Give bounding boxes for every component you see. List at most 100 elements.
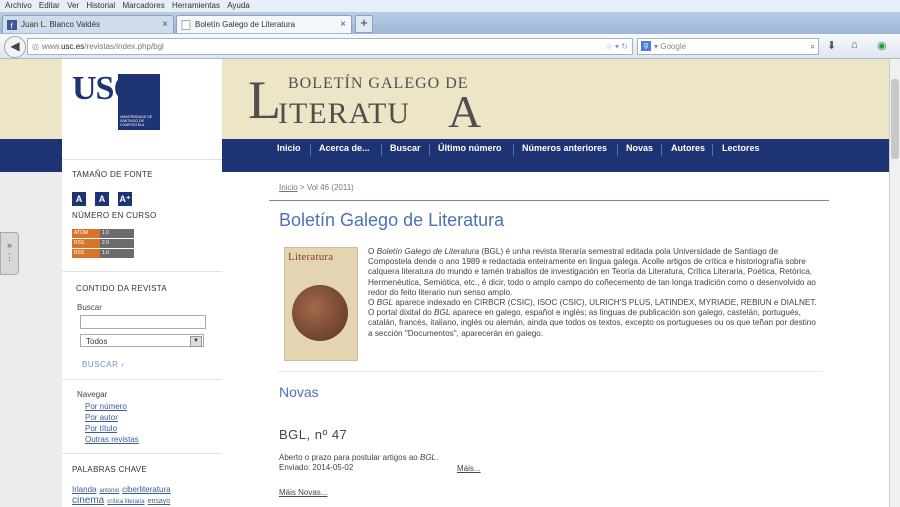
rss1-feed-badge[interactable]: RSS 1.0: [72, 249, 134, 258]
tab-bgl[interactable]: Boletín Galego de Literatura ×: [176, 15, 352, 33]
divider: [62, 159, 222, 160]
page-title: Boletín Galego de Literatura: [279, 210, 505, 230]
breadcrumb-home[interactable]: Inicio: [279, 183, 298, 192]
menu-historial[interactable]: Historial: [86, 1, 115, 10]
nav-separator: [513, 144, 514, 156]
usc-logo-subtitle: UNIVERSIDADE DE SANTIAGO DE COMPOSTELA: [120, 115, 153, 127]
journal-logo-l: L: [248, 70, 281, 130]
nav-autores[interactable]: Autores: [671, 143, 705, 153]
atom-feed-badge[interactable]: ATOM 1.0: [72, 229, 134, 238]
reload-icon[interactable]: ↻: [621, 42, 628, 51]
nav-acerca[interactable]: Acerca de...: [319, 143, 370, 153]
browser-tab-bar: f Juan L. Blanco Valdés × Boletín Galego…: [0, 12, 900, 34]
text: BGL: [419, 453, 436, 462]
feed-version: 1.0: [102, 230, 109, 236]
title-divider: [269, 200, 829, 201]
scrollbar-thumb[interactable]: [891, 79, 899, 159]
browse-by-issue-link[interactable]: Por número: [85, 402, 127, 411]
text: BGL: [376, 298, 394, 308]
sidebar-search-input[interactable]: [80, 315, 206, 329]
rss2-feed-badge[interactable]: RSS 2.0: [72, 239, 134, 248]
chevron-right-icon: ›: [121, 360, 125, 369]
nav-numeros-anteriores[interactable]: Números anteriores: [522, 143, 607, 153]
page-scrollbar[interactable]: [889, 59, 900, 507]
news-item-title: BGL, nº 47: [279, 427, 348, 442]
nav-novas[interactable]: Novas: [626, 143, 653, 153]
close-tab-icon[interactable]: ×: [340, 16, 346, 34]
dropdown-icon[interactable]: ▾: [615, 42, 619, 51]
tab-facebook[interactable]: f Juan L. Blanco Valdés ×: [2, 15, 174, 33]
font-small-button[interactable]: A: [72, 192, 86, 206]
breadcrumb-sep: >: [297, 183, 307, 192]
back-button[interactable]: ◀: [4, 36, 26, 58]
feed-version: 1.0: [102, 250, 109, 256]
journal-logo-top: BOLETÍN GALEGO DE: [288, 75, 469, 92]
keyword-link[interactable]: cinema: [72, 495, 104, 506]
page-icon: [181, 20, 191, 30]
side-panel-handle[interactable]: » ⋮: [0, 232, 19, 275]
nav-separator: [712, 144, 713, 156]
cover-title: Literatura: [288, 251, 334, 263]
grip-icon: ⋮: [5, 252, 14, 262]
browse-by-author-link[interactable]: Por autor: [85, 413, 118, 422]
news-heading: Novas: [279, 384, 319, 400]
menu-ayuda[interactable]: Ayuda: [227, 1, 250, 10]
nav-inicio[interactable]: Inicio: [277, 143, 301, 153]
menu-herramientas[interactable]: Herramientas: [172, 1, 220, 10]
menu-marcadores[interactable]: Marcadores: [122, 1, 164, 10]
browse-label: Navegar: [77, 390, 108, 399]
font-medium-button[interactable]: A: [95, 192, 109, 206]
feed-version: 2.0: [102, 240, 109, 246]
home-icon[interactable]: ⌂: [851, 39, 858, 51]
facebook-icon: f: [7, 20, 17, 30]
keyword-link[interactable]: Irlanda: [72, 485, 96, 494]
browse-by-title-link[interactable]: Por título: [85, 424, 117, 433]
search-engine-arrow-icon[interactable]: ▾: [654, 42, 658, 51]
news-item-date: Enviado: 2014-05-02: [279, 463, 354, 472]
search-scope-select[interactable]: Todos ▼: [80, 334, 204, 347]
keyword-link[interactable]: crítica literaria: [107, 499, 144, 505]
keyword-link[interactable]: ensayo: [148, 498, 171, 505]
search-box[interactable]: g ▾ Google ⌕: [637, 38, 819, 55]
cover-disc: [292, 285, 348, 341]
sidebar-search-button[interactable]: BUSCAR ›: [82, 360, 124, 369]
new-tab-button[interactable]: +: [355, 15, 373, 33]
menu-ver[interactable]: Ver: [67, 1, 79, 10]
menu-editar[interactable]: Editar: [39, 1, 60, 10]
address-bar[interactable]: ◎ www.usc.es/revistas/index.php/bgl ☆ ▾ ↻: [27, 38, 633, 55]
text: O: [368, 247, 377, 256]
usc-logo[interactable]: USC UNIVERSIDADE DE SANTIAGO DE COMPOSTE…: [72, 71, 162, 131]
more-news-link[interactable]: Máis Novas...: [279, 488, 327, 497]
nav-ultimo-numero[interactable]: Último número: [438, 143, 502, 153]
breadcrumb-current[interactable]: Vol 46 (2011): [307, 183, 354, 192]
text: O: [368, 298, 377, 308]
journal-logo-a: A: [448, 86, 482, 137]
journal-logo[interactable]: BOLETÍN GALEGO DE L ITERATU A: [248, 70, 508, 137]
menu-archivo[interactable]: Archivo: [5, 1, 32, 10]
search-icon[interactable]: ⌕: [811, 39, 815, 54]
description-paragraph: O BGL aparece indexado en CIRBCR (CSIC),…: [368, 298, 818, 308]
current-issue-title: NÚMERO EN CURSO: [72, 211, 157, 220]
divider: [62, 453, 222, 454]
chevron-down-icon[interactable]: ▼: [190, 336, 202, 347]
close-tab-icon[interactable]: ×: [162, 16, 168, 34]
font-large-button[interactable]: A⁺: [118, 192, 132, 206]
nav-buscar[interactable]: Buscar: [390, 143, 421, 153]
section-divider: [277, 371, 822, 372]
download-icon[interactable]: ⬇: [827, 39, 836, 52]
other-journals-link[interactable]: Outras revistas: [85, 435, 139, 444]
google-icon[interactable]: g: [641, 41, 651, 51]
text: aparece indexado en CIRBCR (CSIC), ISOC …: [393, 298, 817, 308]
description-paragraph: O Boletín Galego de Literatura (BGL) é u…: [368, 247, 818, 298]
addon-icon[interactable]: ◉: [877, 39, 887, 52]
nav-separator: [661, 144, 662, 156]
text: O portal dixital do: [368, 308, 434, 318]
text: Aberto o prazo para postular artigos ao: [279, 453, 420, 462]
nav-lectores[interactable]: Lectores: [722, 143, 760, 153]
bookmark-star-icon[interactable]: ☆: [606, 42, 613, 51]
keyword-link[interactable]: ciberliteratura: [122, 485, 170, 494]
text: BGL: [434, 308, 451, 318]
text: Boletín Galego de Literatura: [376, 247, 480, 256]
news-more-link[interactable]: Máis...: [457, 464, 481, 473]
keyword-link[interactable]: antonio: [99, 488, 119, 494]
